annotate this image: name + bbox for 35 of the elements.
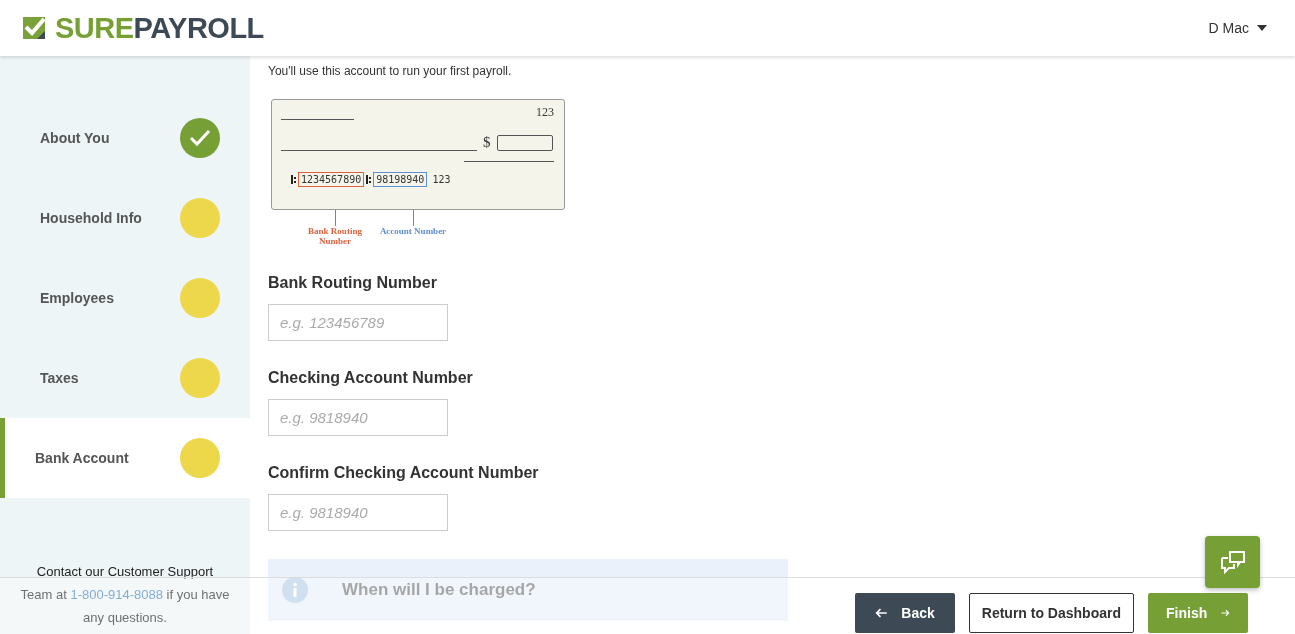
- step-item[interactable]: About You: [0, 98, 250, 178]
- user-name[interactable]: D Mac: [1208, 20, 1249, 36]
- back-button[interactable]: Back: [854, 593, 955, 633]
- input-field[interactable]: e.g. 123456789: [268, 304, 448, 341]
- transit-symbol-icon: [291, 175, 296, 184]
- routing-number: 1234567890: [298, 172, 365, 187]
- step-item[interactable]: Taxes: [0, 338, 250, 418]
- account-caption: Account Number: [379, 226, 447, 236]
- transit-symbol-icon: [366, 175, 372, 184]
- checkmark-logo-icon: [23, 17, 45, 39]
- input-field[interactable]: e.g. 9818940: [268, 399, 448, 436]
- field-label: Bank Routing Number: [268, 274, 438, 292]
- intro-text: You'll use this account to run your first payroll.: [268, 64, 513, 78]
- info-question: When will I be charged?: [342, 580, 536, 600]
- dashboard-button[interactable]: Return to Dashboard: [968, 593, 1134, 633]
- input-field[interactable]: e.g. 9818940: [268, 494, 448, 531]
- dollar-sign: $: [483, 134, 491, 151]
- logo-text: SUREPAYROLL: [55, 11, 264, 45]
- step-item[interactable]: Bank Account: [0, 418, 250, 498]
- field-label: Confirm Checking Account Number: [268, 464, 540, 482]
- routing-caption: Bank Routing Number: [307, 226, 363, 246]
- info-icon: [282, 577, 308, 603]
- field-label: Checking Account Number: [268, 369, 474, 387]
- account-number: 98198940: [373, 172, 428, 187]
- check-number: 123: [536, 105, 554, 120]
- arrow-right-icon: [1221, 607, 1230, 619]
- arrow-left-icon: [874, 607, 888, 619]
- step-item[interactable]: Employees: [0, 258, 250, 338]
- step-item[interactable]: Household Info: [0, 178, 250, 258]
- chat-bubbles-icon: [1219, 550, 1246, 574]
- caret-icon[interactable]: [1257, 25, 1267, 31]
- micr-check-number: 123: [432, 174, 451, 185]
- support-text: Contact our Customer Support Team at 1-800-914-8088 if you have any questions.: [20, 563, 230, 627]
- amount-box: [496, 135, 553, 151]
- chat-button[interactable]: [1205, 536, 1260, 588]
